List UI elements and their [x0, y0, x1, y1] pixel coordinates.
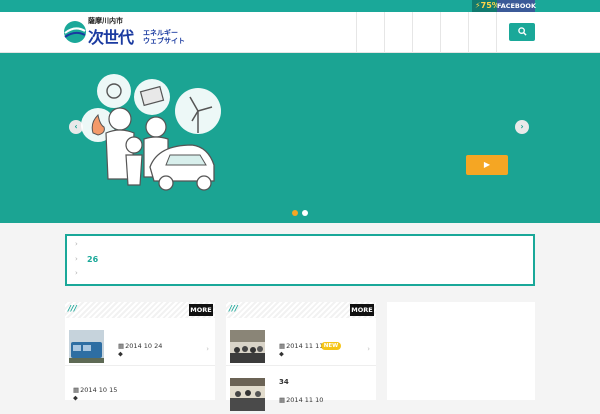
- column-header-slash-icon: ///: [68, 304, 77, 313]
- sidebar-panel: [387, 302, 535, 400]
- nav-divider: [440, 12, 441, 53]
- chevron-right-icon: ›: [206, 345, 209, 353]
- nav-divider: [468, 12, 469, 53]
- tag-icon: ⬥: [279, 350, 284, 358]
- slider-dot[interactable]: [302, 210, 308, 216]
- site-header: 薩摩川内市 次世代 エネルギー ウェブサイト: [0, 12, 600, 53]
- top-bar: ⚡75% FACEBOOK: [0, 0, 600, 12]
- search-icon: [517, 27, 527, 36]
- slider-play-button[interactable]: ▶: [466, 155, 508, 175]
- column-header-slash-icon: ///: [229, 304, 238, 313]
- news-column-middle: /// MORE 2014 11 11 NEW ⬥ › 34 2014 11 1…: [226, 302, 376, 411]
- list-item[interactable]: 2014 10 24 ⬥ ›: [65, 326, 215, 366]
- more-button[interactable]: MORE: [189, 304, 213, 316]
- site-logo[interactable]: 薩摩川内市 次世代 エネルギー ウェブサイト: [63, 16, 223, 50]
- new-badge: NEW: [321, 342, 341, 350]
- list-item[interactable]: 34 2014 11 10: [226, 374, 376, 414]
- article-date: 2014 10 24: [118, 342, 162, 350]
- article-date: 2014 11 10: [279, 396, 323, 404]
- article-thumbnail: [230, 330, 265, 363]
- news-column-left: /// MORE 2014 10 24 ⬥ › 2014 10 15 ⬥: [65, 302, 215, 402]
- nav-divider: [496, 12, 497, 53]
- article-thumbnail: [230, 378, 265, 411]
- chevron-left-icon: ‹: [74, 122, 78, 131]
- more-button[interactable]: MORE: [350, 304, 374, 316]
- list-item[interactable]: 2014 11 11 NEW ⬥ ›: [226, 326, 376, 366]
- nav-divider: [384, 12, 385, 53]
- facebook-button[interactable]: FACEBOOK: [497, 0, 536, 12]
- logo-sub-text-2: ウェブサイト: [143, 37, 185, 45]
- nav-divider: [356, 12, 357, 53]
- search-button[interactable]: [509, 23, 535, 41]
- news-count[interactable]: 26: [87, 255, 98, 264]
- article-title: 34: [279, 378, 289, 386]
- percent-value: 75: [480, 1, 492, 10]
- logo-main-text: 次世代: [88, 28, 134, 47]
- tag-icon: ⬥: [73, 394, 78, 402]
- article-date: 2014 10 15: [73, 386, 117, 394]
- article-thumbnail: [69, 330, 104, 363]
- article-date: 2014 11 11: [279, 342, 323, 350]
- news-ticker-box: › › 26 ›: [65, 234, 535, 286]
- play-icon: ▶: [483, 160, 491, 169]
- list-item[interactable]: 2014 10 15 ⬥: [65, 374, 215, 414]
- chevron-right-icon: ›: [367, 345, 370, 353]
- tag-icon: ⬥: [118, 350, 123, 358]
- nav-divider: [412, 12, 413, 53]
- news-bullet: ›: [75, 240, 78, 248]
- news-bullet: ›: [75, 269, 78, 277]
- chevron-right-icon: ›: [520, 122, 524, 131]
- column-header: /// MORE: [226, 302, 376, 318]
- hero-slider: ‹ › ▶: [0, 53, 600, 223]
- column-header: /// MORE: [65, 302, 215, 318]
- family-energy-illustration: [81, 74, 221, 191]
- news-bullet: ›: [75, 255, 78, 263]
- logo-mark-icon: [64, 21, 86, 43]
- slider-next-button[interactable]: ›: [515, 120, 529, 134]
- slider-dot-active[interactable]: [292, 210, 298, 216]
